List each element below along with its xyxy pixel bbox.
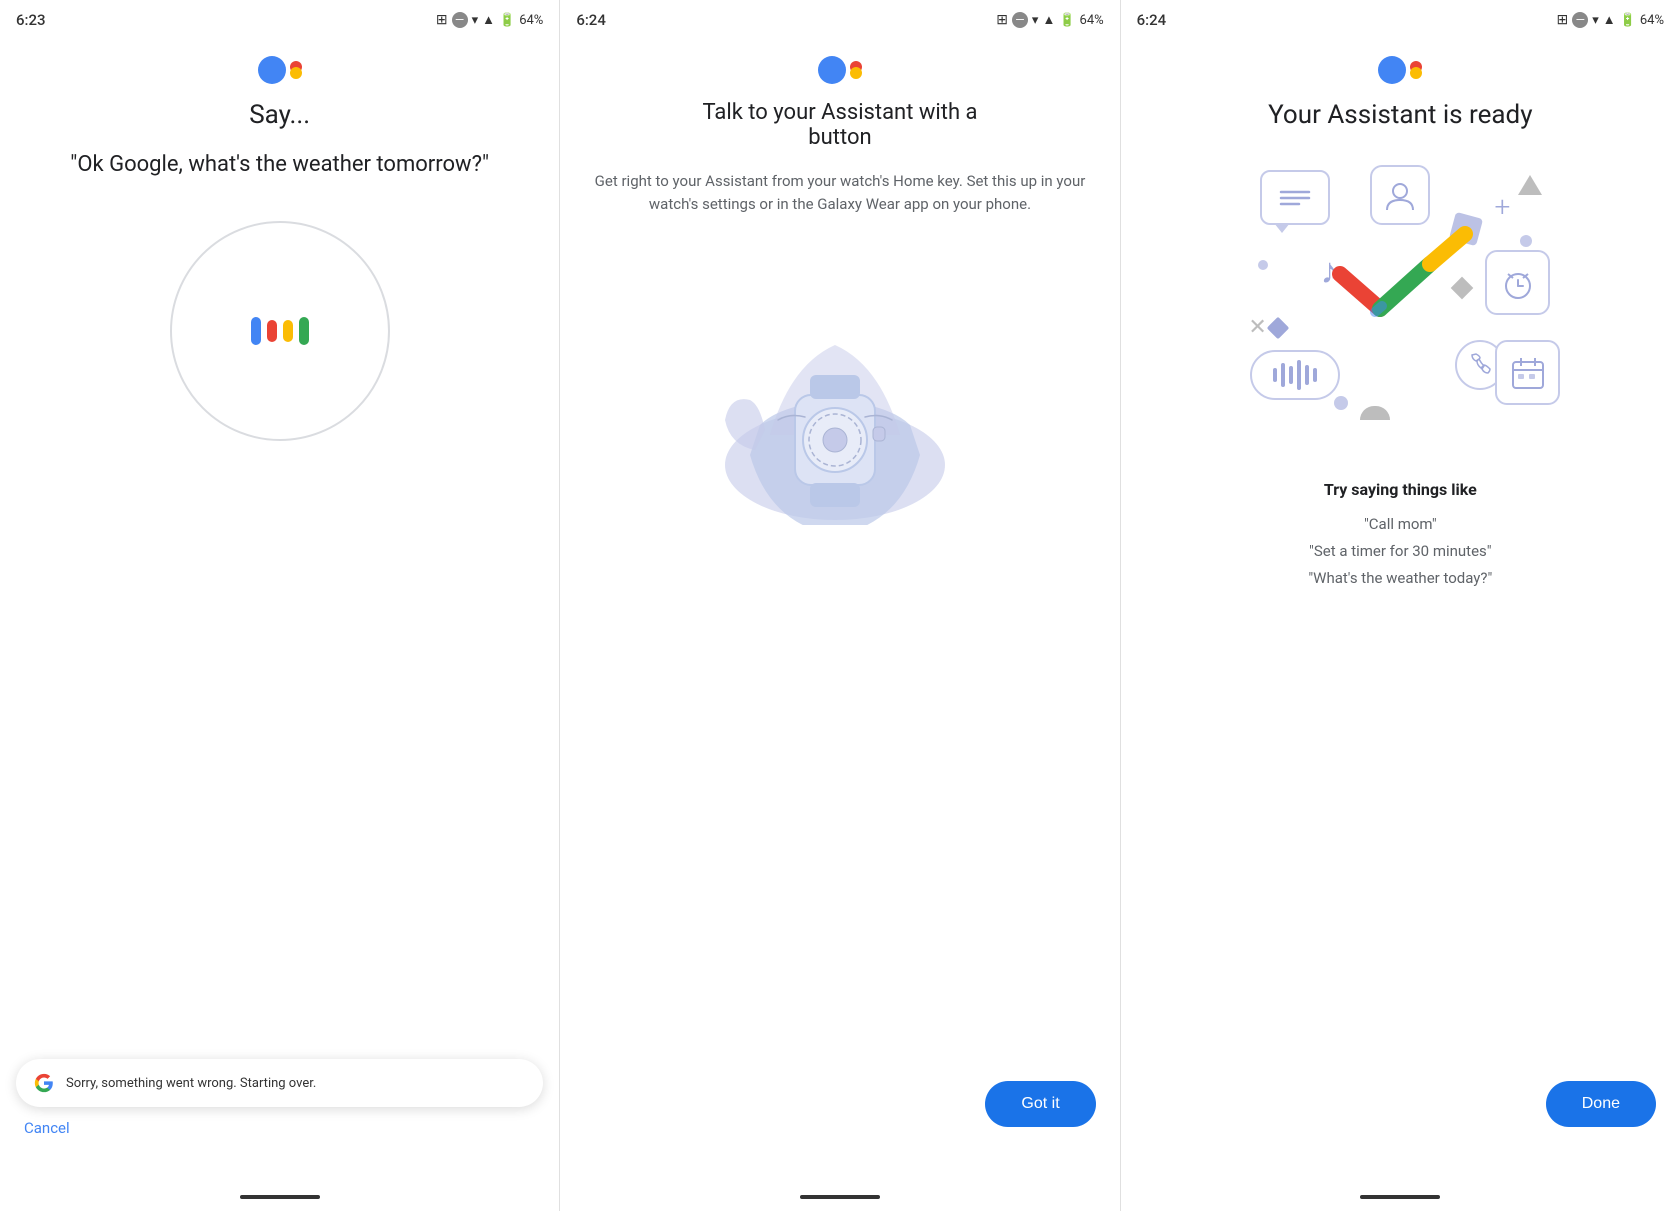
panel2-content: Talk to your Assistant with a button Get… xyxy=(560,36,1119,1187)
status-icons-1: ⊞ — ▾ ▲ 🔋 64% xyxy=(436,12,543,28)
assistant-logo-2 xyxy=(818,56,862,84)
logo-small-dots-1 xyxy=(290,61,302,79)
panel3-title: Your Assistant is ready xyxy=(1268,100,1532,130)
speech-bubble-icon xyxy=(1260,170,1330,225)
home-indicator-2 xyxy=(800,1195,880,1199)
signal-icon-1: ▲ xyxy=(482,12,495,28)
signal-icon-3: ▲ xyxy=(1603,12,1616,28)
status-bar-1: 6:23 ⊞ — ▾ ▲ 🔋 64% xyxy=(0,0,559,36)
try-example-1: "Call mom" xyxy=(1308,511,1492,538)
panel2-subtitle: Get right to your Assistant from your wa… xyxy=(584,170,1095,215)
status-icons-3: ⊞ — ▾ ▲ 🔋 64% xyxy=(1557,12,1664,28)
battery-icon-2: 🔋 xyxy=(1059,13,1075,28)
wave-bar-3 xyxy=(1289,366,1293,384)
logo-yellow-2 xyxy=(850,67,862,79)
alarm-icon xyxy=(1485,250,1550,315)
panel1-content: Say... "Ok Google, what's the weather to… xyxy=(0,36,559,1187)
grid-icon-1: ⊞ xyxy=(436,12,448,28)
battery-pct-2: 64% xyxy=(1080,13,1104,28)
panel3-content: Your Assistant is ready + xyxy=(1121,36,1680,1187)
panel-button: 6:24 ⊞ — ▾ ▲ 🔋 64% Talk to your Assistan… xyxy=(560,0,1120,1211)
error-text: Sorry, something went wrong. Starting ov… xyxy=(66,1076,316,1091)
battery-pct-3: 64% xyxy=(1640,13,1664,28)
plus-icon: + xyxy=(1494,190,1510,223)
blue-circle-2 xyxy=(1258,260,1268,270)
status-time-1: 6:23 xyxy=(16,11,46,29)
got-it-button[interactable]: Got it xyxy=(985,1081,1095,1127)
try-saying-header: Try saying things like xyxy=(1308,480,1492,499)
wave-bar-4 xyxy=(1297,360,1301,390)
waveform-bubble xyxy=(1250,350,1340,400)
logo-small-dots-3 xyxy=(1410,61,1422,79)
error-toast: Sorry, something went wrong. Starting ov… xyxy=(16,1059,543,1107)
panel2-title: Talk to your Assistant with a button xyxy=(680,100,1000,150)
wave-bar-1 xyxy=(1273,368,1277,382)
signal-icon-2: ▲ xyxy=(1042,12,1055,28)
home-indicator-1 xyxy=(240,1195,320,1199)
msg-icon-1: — xyxy=(452,12,468,28)
wifi-icon-2: ▾ xyxy=(1032,13,1039,28)
x-mark-icon: ✕ xyxy=(1248,315,1266,340)
contact-icon xyxy=(1370,165,1430,225)
panel1-title: Say... xyxy=(249,100,310,130)
battery-pct-1: 64% xyxy=(519,13,543,28)
battery-icon-1: 🔋 xyxy=(499,13,515,28)
grid-icon-2: ⊞ xyxy=(996,12,1008,28)
wifi-icon-1: ▾ xyxy=(472,13,479,28)
icons-illustration: + ♪ xyxy=(1240,160,1560,460)
bar-blue xyxy=(251,317,261,345)
status-time-3: 6:24 xyxy=(1137,11,1167,29)
bar-yellow xyxy=(283,320,293,342)
panel-ready: 6:24 ⊞ — ▾ ▲ 🔋 64% Your Assistant is rea… xyxy=(1121,0,1680,1211)
voice-bars xyxy=(251,317,309,345)
status-icons-2: ⊞ — ▾ ▲ 🔋 64% xyxy=(996,12,1103,28)
triangle-shape xyxy=(1518,175,1542,195)
blue-diamond xyxy=(1267,317,1290,340)
logo-yellow-3 xyxy=(1410,67,1422,79)
cancel-button[interactable]: Cancel xyxy=(24,1119,70,1137)
google-g-icon xyxy=(32,1071,56,1095)
try-example-2: "Set a timer for 30 minutes" xyxy=(1308,538,1492,565)
logo-yellow-1 xyxy=(290,67,302,79)
voice-query-text: "Ok Google, what's the weather tomorrow?… xyxy=(70,150,489,181)
wave-bar-2 xyxy=(1281,363,1285,387)
checkmark-icon xyxy=(1320,224,1480,324)
logo-small-dots-2 xyxy=(850,61,862,79)
try-saying-section: Try saying things like "Call mom" "Set a… xyxy=(1308,480,1492,592)
watch-illustration xyxy=(690,265,990,525)
done-button[interactable]: Done xyxy=(1546,1081,1656,1127)
msg-icon-2: — xyxy=(1012,12,1028,28)
blue-circle-bottom xyxy=(1334,396,1348,410)
logo-blue-2 xyxy=(818,56,846,84)
bar-green xyxy=(299,317,309,345)
gray-cap-shape xyxy=(1360,406,1390,420)
wifi-icon-3: ▾ xyxy=(1592,13,1599,28)
try-example-3: "What's the weather today?" xyxy=(1308,565,1492,592)
status-bar-2: 6:24 ⊞ — ▾ ▲ 🔋 64% xyxy=(560,0,1119,36)
blue-circle-1 xyxy=(1520,235,1532,247)
assistant-logo-3 xyxy=(1378,56,1422,84)
calendar-icon xyxy=(1495,340,1560,405)
bar-red xyxy=(267,320,277,342)
status-time-2: 6:24 xyxy=(576,11,606,29)
voice-circle xyxy=(170,221,390,441)
panel-say: 6:23 ⊞ — ▾ ▲ 🔋 64% Say... "Ok Google, wh… xyxy=(0,0,560,1211)
status-bar-3: 6:24 ⊞ — ▾ ▲ 🔋 64% xyxy=(1121,0,1680,36)
msg-icon-3: — xyxy=(1572,12,1588,28)
logo-blue-1 xyxy=(258,56,286,84)
logo-blue-3 xyxy=(1378,56,1406,84)
assistant-logo-1 xyxy=(258,56,302,84)
wave-bar-5 xyxy=(1305,365,1309,385)
try-examples: "Call mom" "Set a timer for 30 minutes" … xyxy=(1308,511,1492,592)
home-indicator-3 xyxy=(1360,1195,1440,1199)
grid-icon-3: ⊞ xyxy=(1557,12,1569,28)
battery-icon-3: 🔋 xyxy=(1620,13,1636,28)
wave-bar-6 xyxy=(1313,368,1317,382)
